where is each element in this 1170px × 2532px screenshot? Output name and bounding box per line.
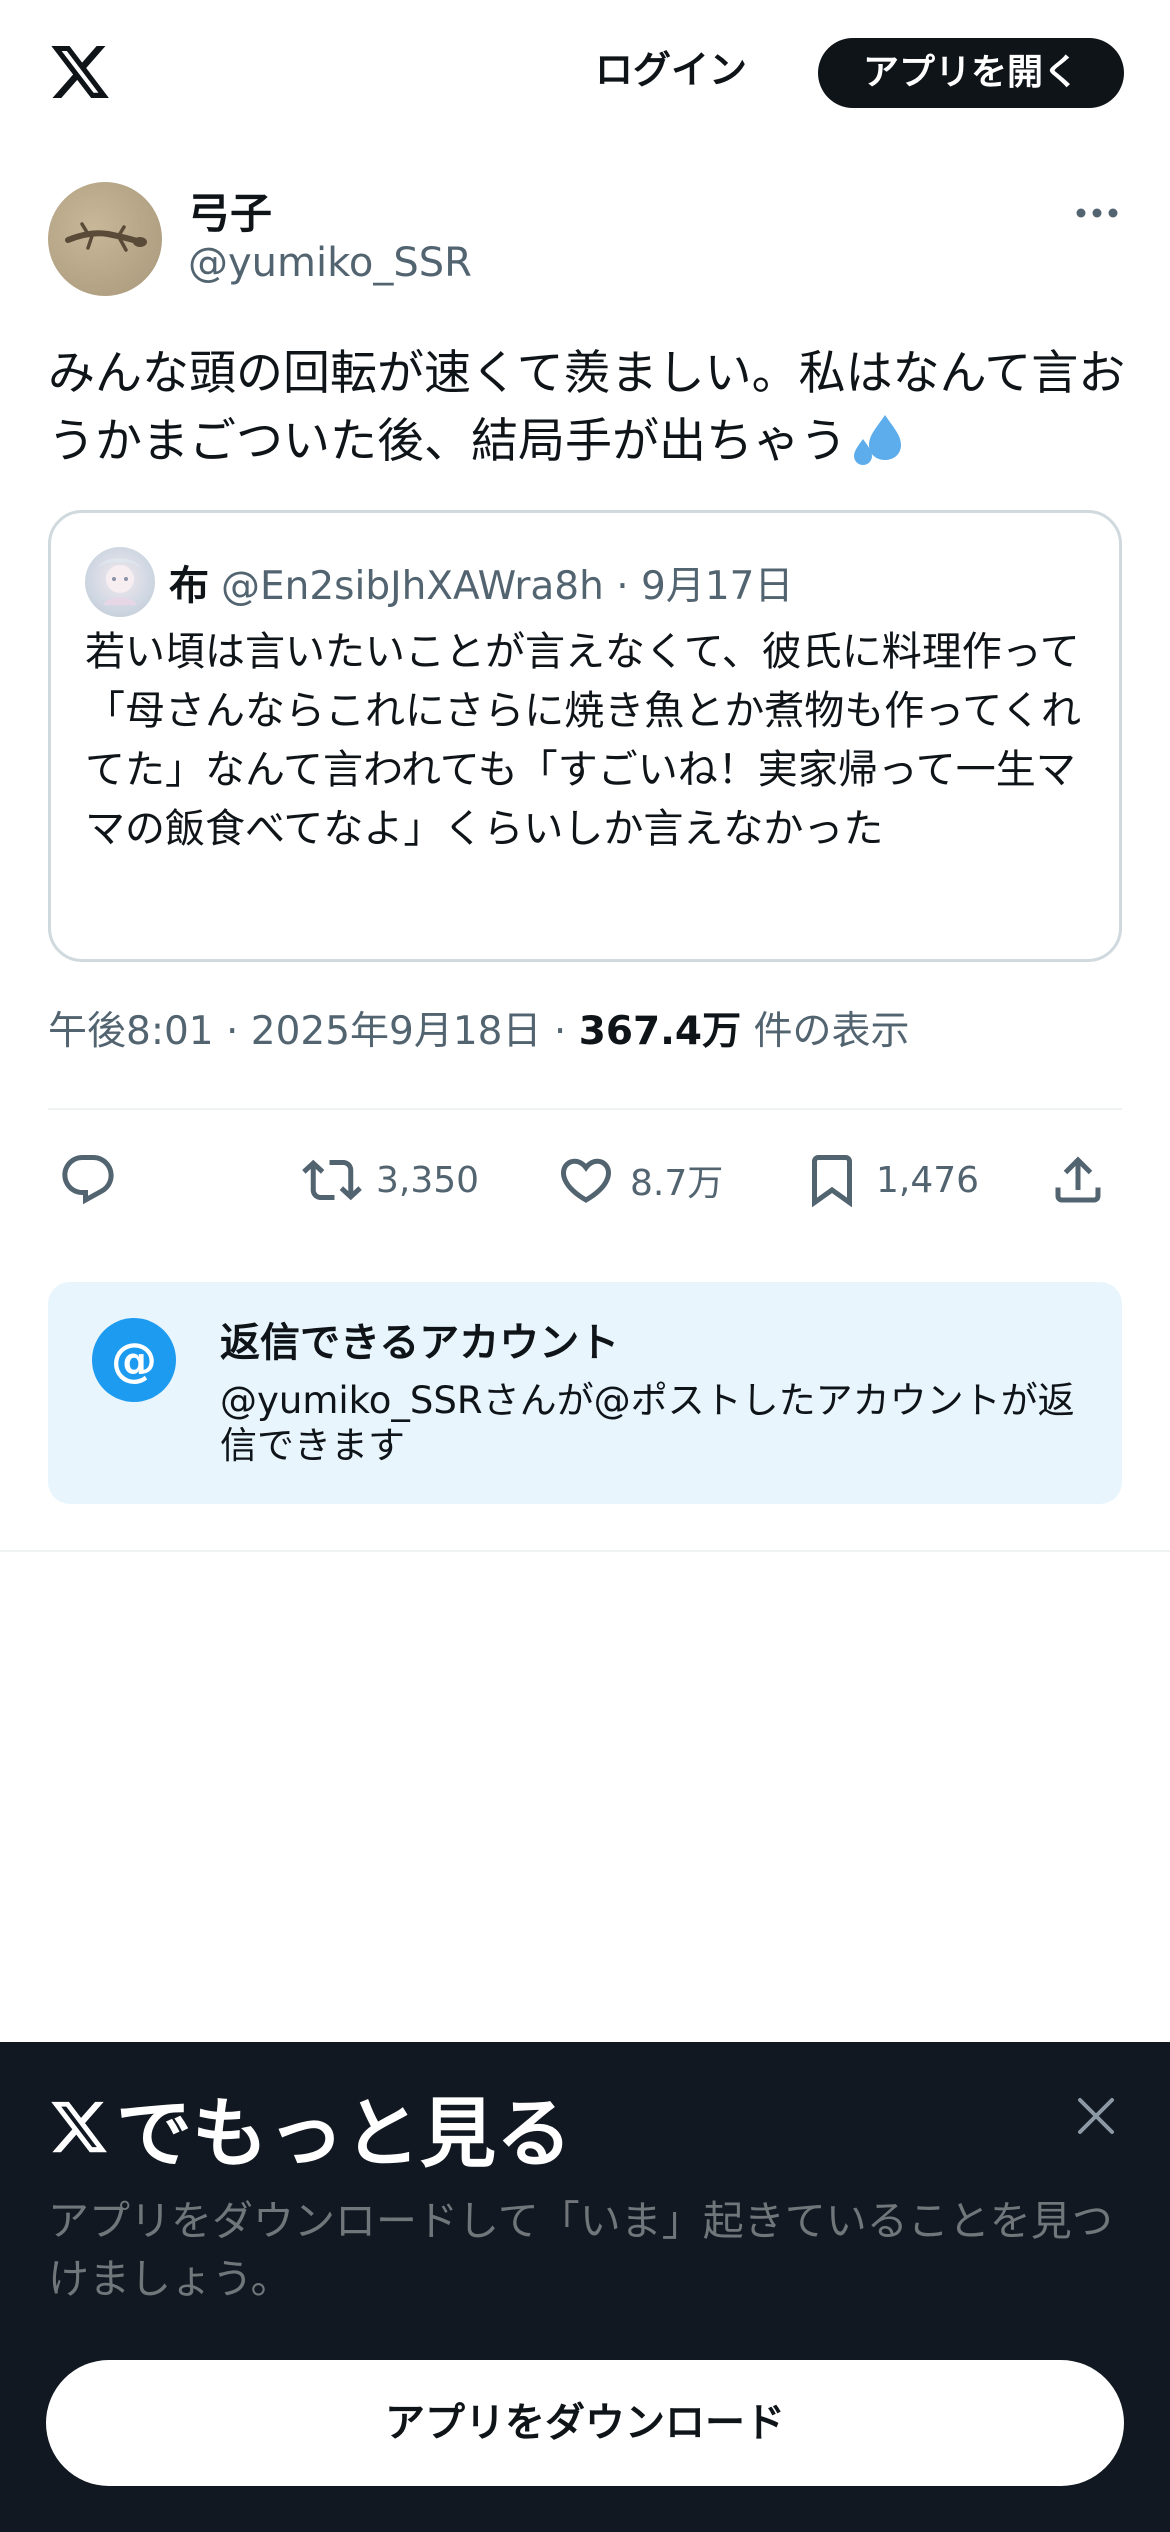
post-body: みんな頭の回転が速くて羨ましい。私はなんて言おうかまごついた後、結局手が出ちゃう — [48, 346, 1126, 469]
post-meta: 午後8:01 · 2025年9月18日 · 367.4万 件の表示 — [48, 1000, 910, 1056]
promo-text: アプリをダウンロードして「いま」起きていることを見つけましょう。 — [48, 2197, 1113, 2303]
app-promo-sheet: でもっと見る アプリをダウンロードして「いま」起きていることを見つけましょう。 … — [0, 2042, 1170, 2532]
post-text: みんな頭の回転が速くて羨ましい。私はなんて言おうかまごついた後、結局手が出ちゃう — [48, 340, 1128, 476]
views-count: 367.4万 — [578, 1009, 742, 1054]
quote-avatar-image — [99, 558, 141, 605]
quote-avatar — [85, 547, 155, 617]
retweet-button[interactable]: 3,350 — [302, 1150, 479, 1210]
retweet-count: 3,350 — [376, 1159, 480, 1201]
share-icon — [1055, 1156, 1101, 1203]
top-bar: ログイン アプリを開く — [0, 0, 1170, 150]
x-logo-icon[interactable] — [48, 40, 112, 104]
action-bar: 3,350 8.7万 1,476 — [0, 1140, 1170, 1220]
reply-restriction-box: @ 返信できるアカウント @yumiko_SSRさんが@ポストしたアカウントが返… — [48, 1282, 1122, 1504]
sweat-droplets-icon — [854, 415, 901, 465]
like-button[interactable]: 8.7万 — [556, 1150, 723, 1210]
reply-button[interactable] — [58, 1150, 118, 1210]
reply-restriction-title: 返信できるアカウント — [220, 1320, 620, 1366]
more-options-icon[interactable] — [1074, 198, 1120, 228]
heart-icon — [560, 1158, 612, 1203]
quote-handle-date: @En2sibJhXAWra8h · 9月17日 — [221, 564, 794, 609]
quote-text: 若い頃は言いたいことが言えなくて、彼氏に料理作って「母さんならこれにさらに焼き魚… — [85, 629, 1081, 852]
bookmark-icon — [812, 1155, 852, 1208]
like-count: 8.7万 — [630, 1163, 724, 1204]
section-divider — [0, 1550, 1170, 1552]
bookmark-count: 1,476 — [876, 1159, 980, 1201]
avatar[interactable] — [48, 182, 162, 296]
quoted-post[interactable]: 布 @En2sibJhXAWra8h · 9月17日 若い頃は言いたいことが言え… — [48, 510, 1122, 962]
close-icon[interactable] — [1074, 2094, 1118, 2138]
meta-separator: · — [541, 1009, 579, 1054]
reply-icon — [62, 1155, 114, 1205]
reply-restriction-description: @yumiko_SSRさんが@ポストしたアカウントが返信できます — [220, 1379, 1075, 1467]
divider — [48, 1108, 1122, 1110]
views-label: 件の表示 — [753, 1009, 910, 1054]
display-name[interactable]: 弓子 — [188, 180, 272, 241]
login-link[interactable]: ログイン — [595, 40, 747, 100]
post-time[interactable]: 午後8:01 — [48, 1009, 214, 1054]
promo-title: でもっと見る — [48, 2082, 572, 2178]
bookmark-button[interactable]: 1,476 — [802, 1150, 979, 1210]
mention-icon: @ — [92, 1318, 176, 1402]
meta-separator: · — [213, 1009, 251, 1054]
x-logo-icon — [51, 2101, 107, 2153]
retweet-icon — [302, 1159, 362, 1201]
post-date[interactable]: 2025年9月18日 — [251, 1009, 542, 1054]
promo-title-text: でもっと見る — [116, 2089, 572, 2178]
quote-display-name: 布 — [169, 563, 209, 609]
gecko-avatar-image — [65, 222, 147, 252]
user-handle[interactable]: @yumiko_SSR — [188, 240, 472, 286]
open-app-button[interactable]: アプリを開く — [818, 38, 1124, 108]
share-button[interactable] — [1048, 1150, 1108, 1210]
download-app-button[interactable]: アプリをダウンロード — [46, 2360, 1124, 2486]
